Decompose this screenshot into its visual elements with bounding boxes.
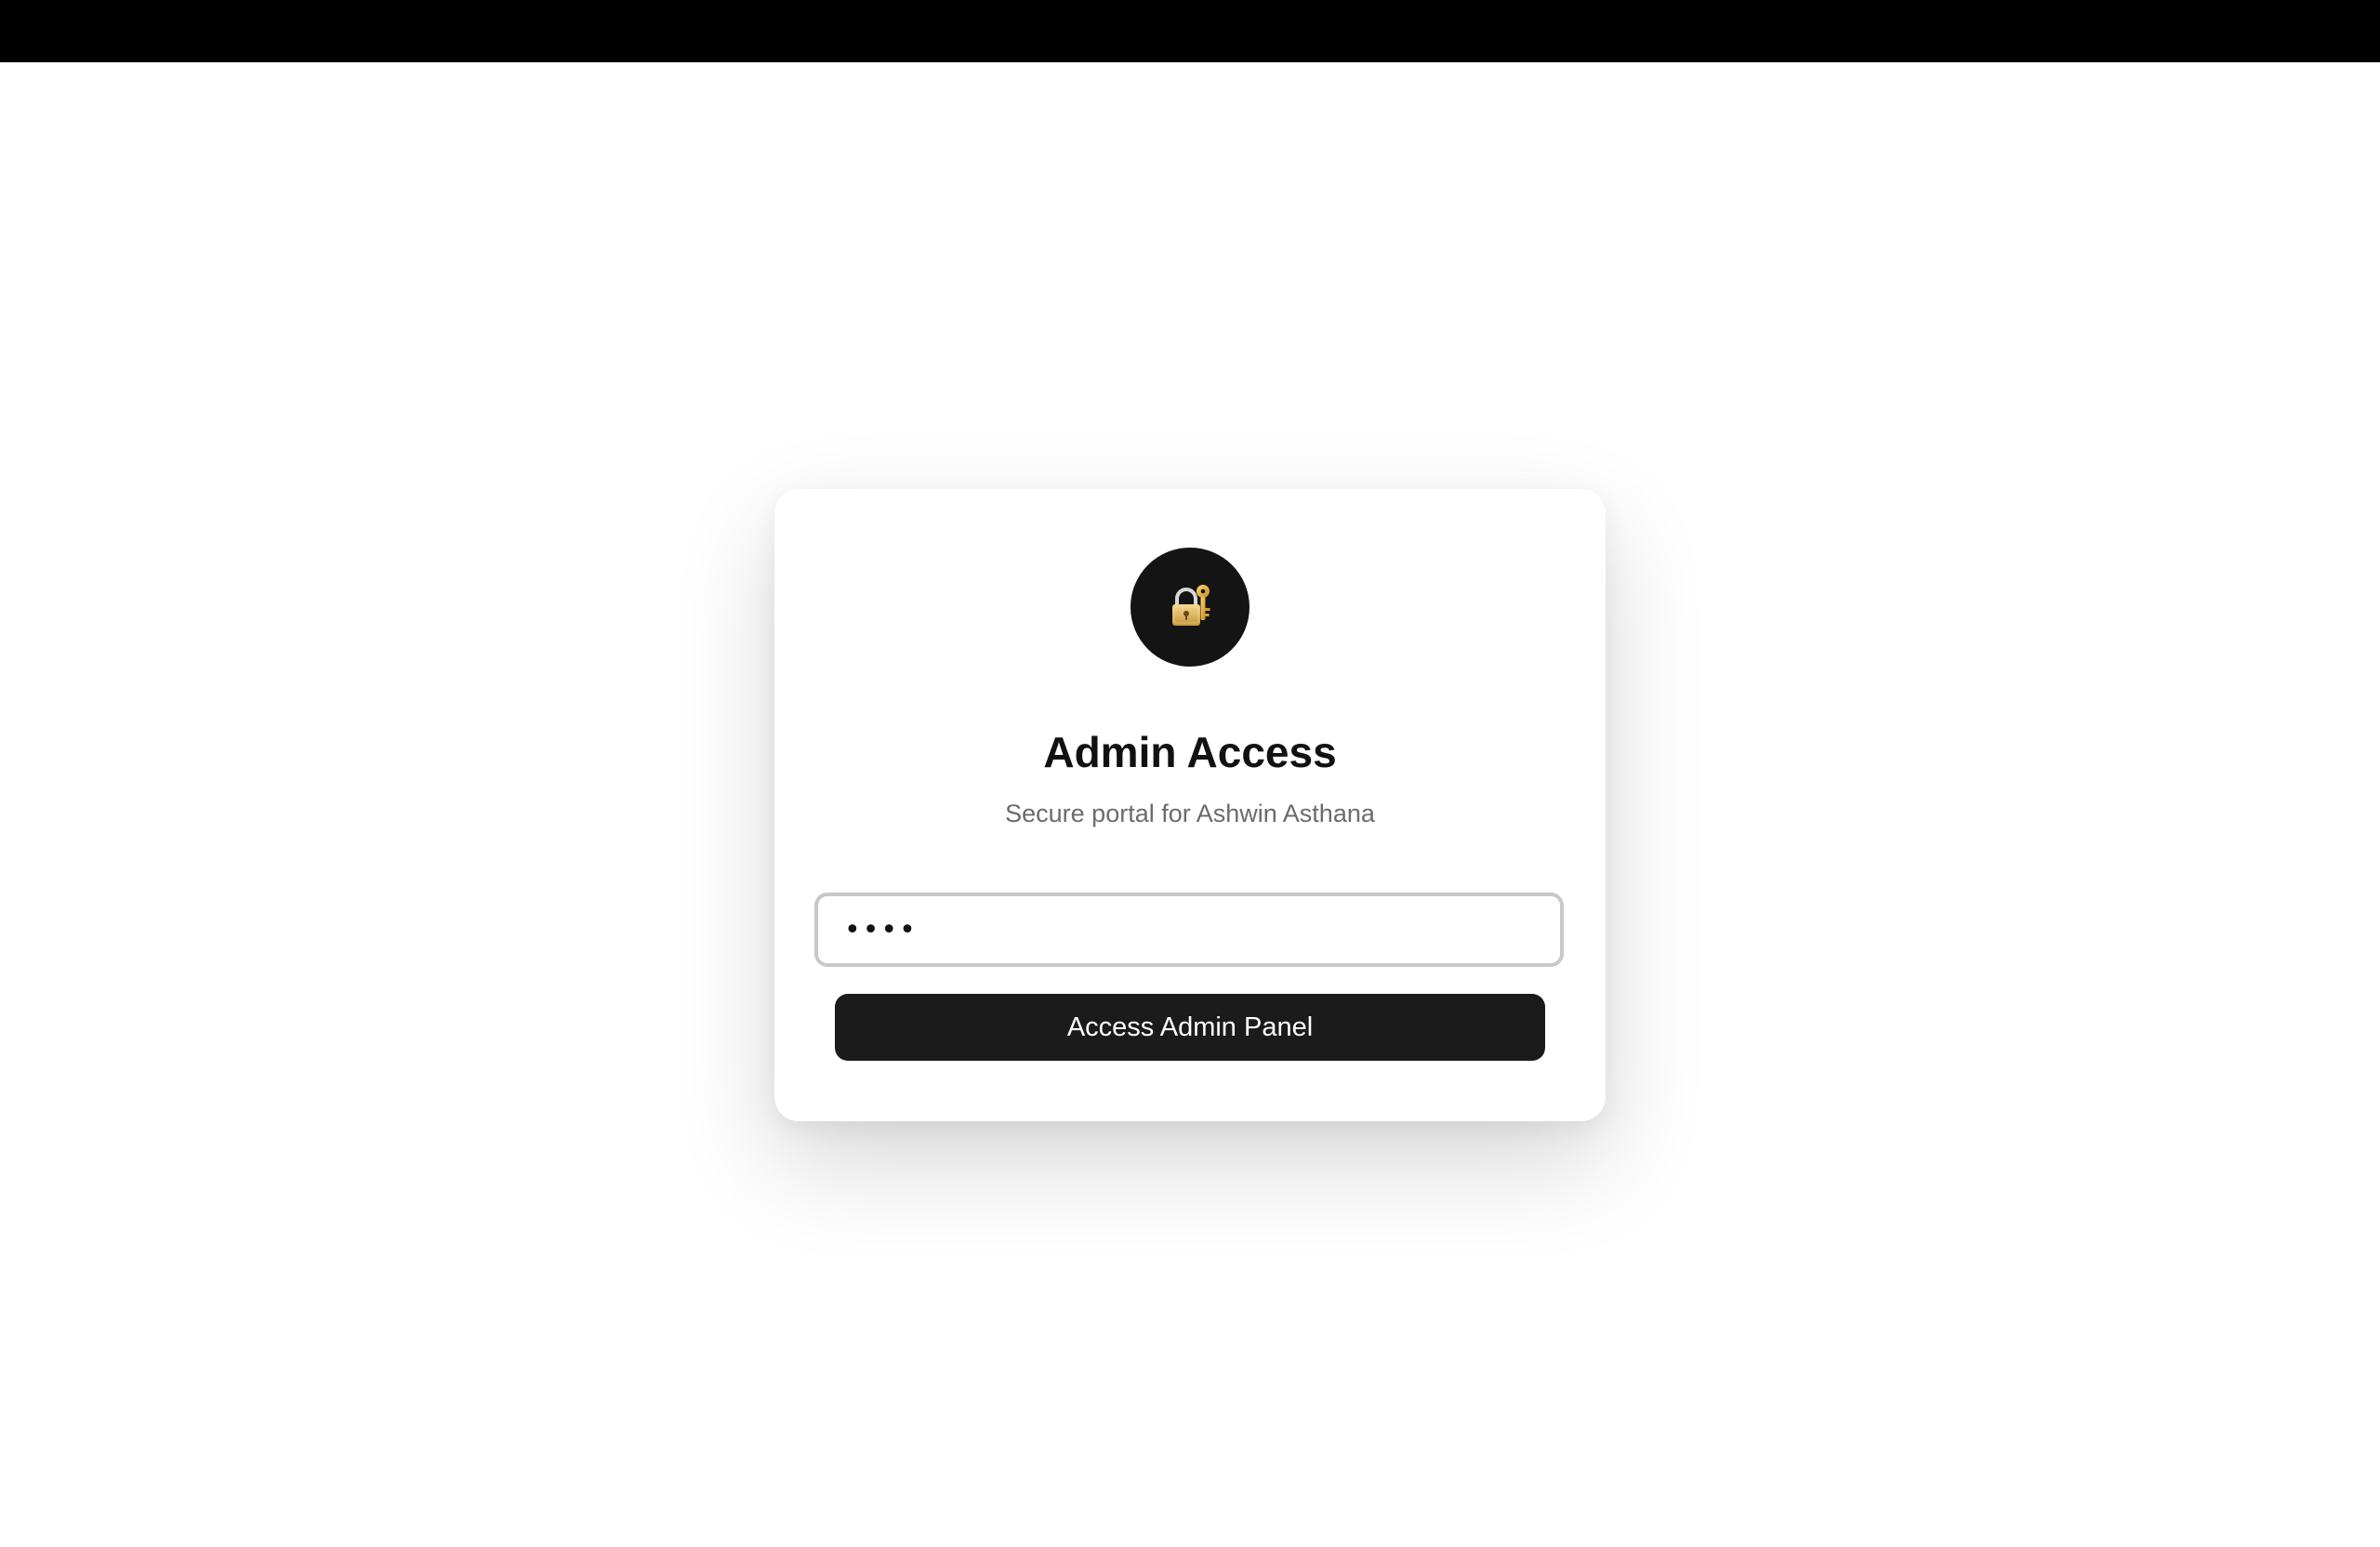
access-admin-panel-button[interactable]: Access Admin Panel: [835, 994, 1545, 1061]
lock-key-icon: [1172, 585, 1210, 626]
password-field[interactable]: [814, 892, 1564, 967]
top-bar: [0, 0, 2380, 62]
page-subtitle: Secure portal for Ashwin Asthana: [1005, 800, 1375, 827]
page-title: Admin Access: [1043, 727, 1337, 776]
lock-badge: [1130, 548, 1250, 667]
login-card: Admin Access Secure portal for Ashwin As…: [774, 489, 1606, 1121]
